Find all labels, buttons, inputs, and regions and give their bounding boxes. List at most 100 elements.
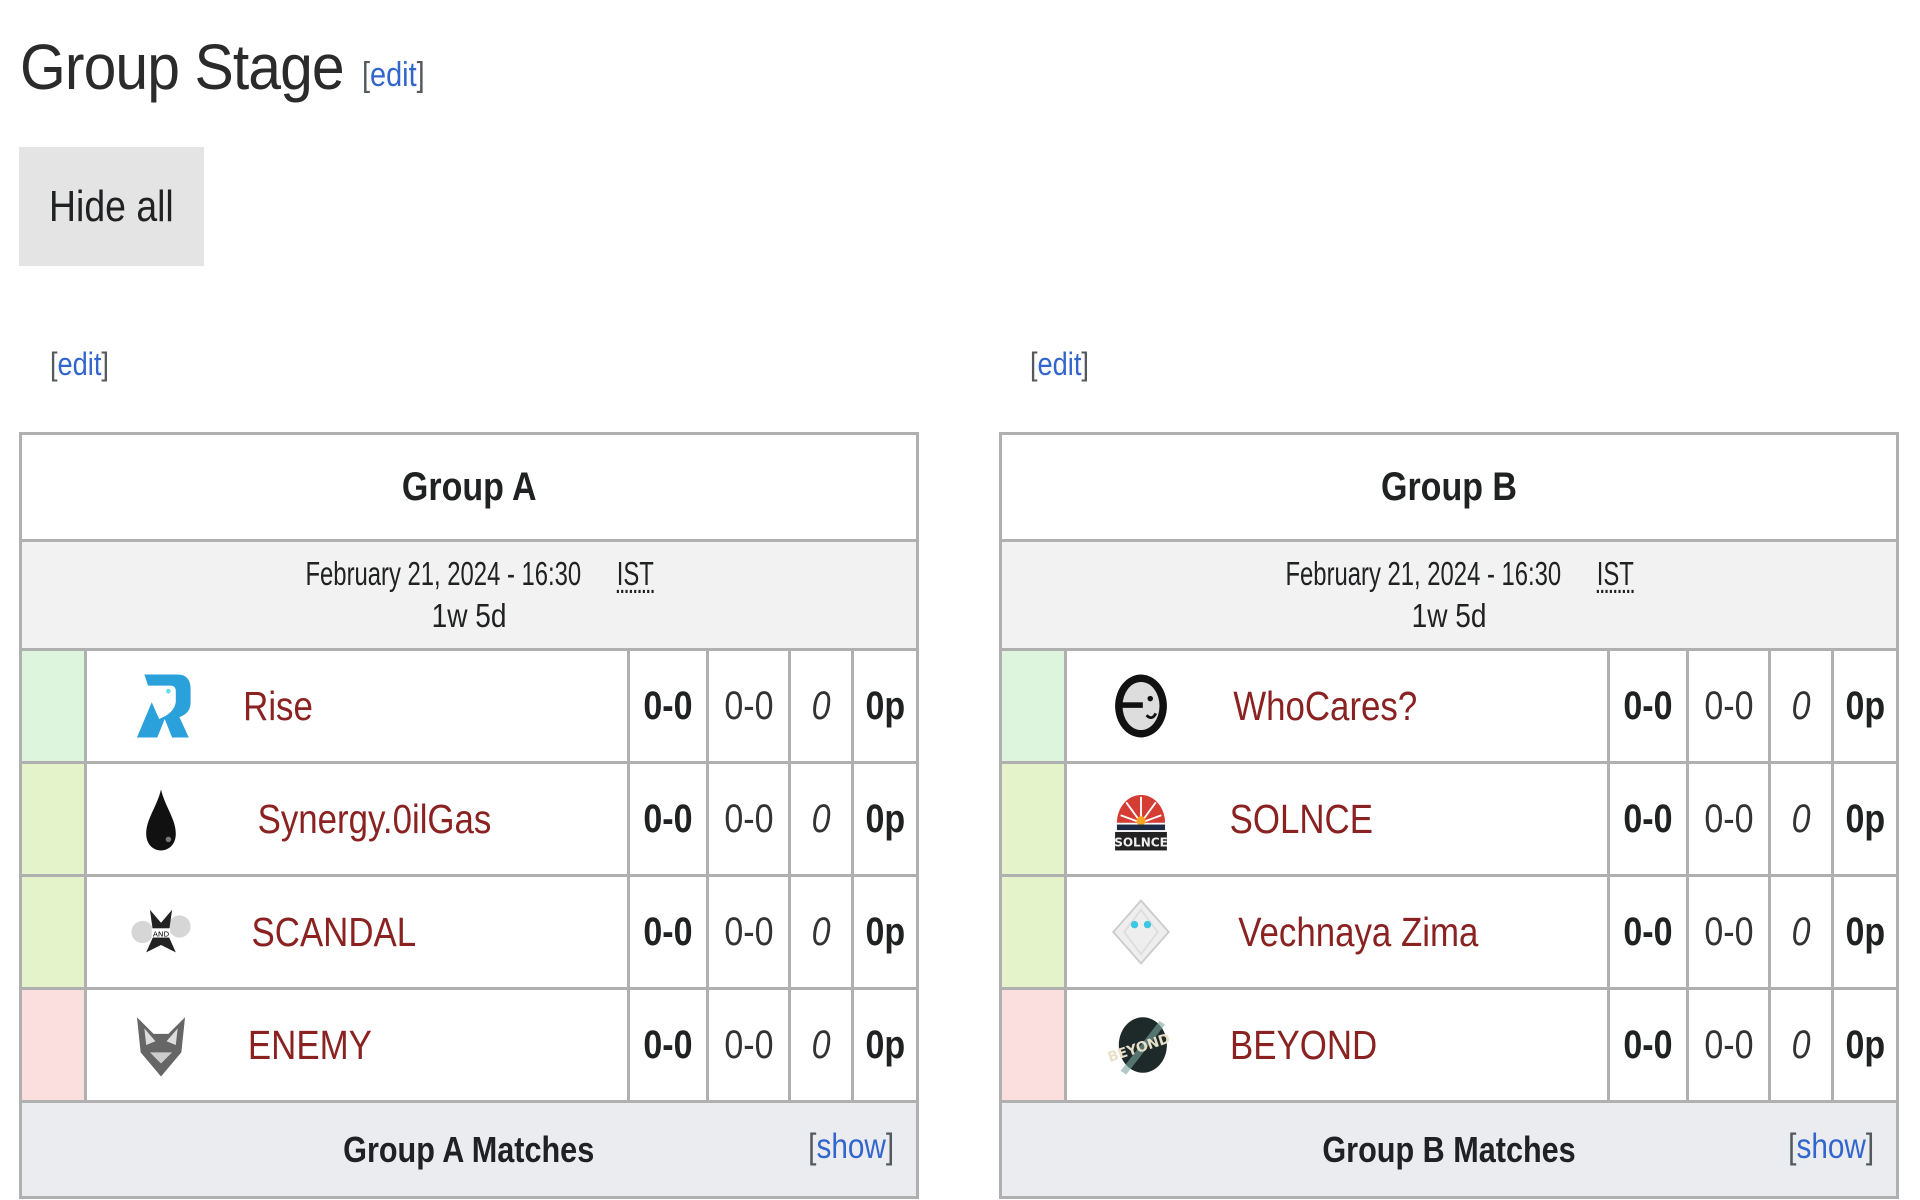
solnce-logo-icon[interactable]: SOLNCE [1101, 779, 1181, 859]
game-score: 0-0 [709, 764, 791, 874]
group-a-edit-link[interactable]: [edit] [50, 346, 109, 383]
seed-indicator [22, 877, 87, 987]
beyond-logo-icon[interactable]: BEYOND [1101, 1005, 1181, 1085]
date-line: February 21, 2024 - 16:30 IST [1261, 553, 1637, 595]
team-cell: SOLNCE SOLNCE [1067, 764, 1610, 874]
group-b-table: Group B February 21, 2024 - 16:30 IST 1w… [999, 432, 1899, 1199]
group-date: February 21, 2024 - 16:30 IST 1w 5d [22, 542, 916, 651]
show-link[interactable]: show [1796, 1127, 1865, 1166]
group-matches-label: Group A Matches [343, 1128, 595, 1170]
round-diff: 0 [791, 651, 854, 761]
group-date: February 21, 2024 - 16:30 IST 1w 5d [1002, 542, 1896, 651]
scandal-logo-icon[interactable]: AND [121, 892, 201, 972]
hide-all-label: Hide all [49, 181, 174, 231]
show-link[interactable]: show [816, 1127, 885, 1166]
points: 0p [1845, 796, 1885, 841]
match-score: 0-0 [1610, 877, 1689, 987]
timezone-abbr: IST [1596, 555, 1634, 592]
whocares-logo-icon[interactable] [1101, 666, 1181, 746]
hide-all-button[interactable]: Hide all [19, 147, 204, 266]
edit-link[interactable]: edit [58, 346, 102, 382]
seed-indicator [22, 990, 87, 1100]
svg-text:AND: AND [153, 930, 170, 939]
round-diff: 0 [791, 764, 854, 874]
points: 0p [865, 796, 905, 841]
team-cell: Vechnaya Zima [1067, 877, 1610, 987]
team-row: Synergy.0ilGas 0-0 0-0 0 0p [22, 764, 916, 877]
match-score: 0-0 [630, 651, 709, 761]
team-name: SOLNCE [1229, 795, 1373, 842]
group-a-table: Group A February 21, 2024 - 16:30 IST 1w… [19, 432, 919, 1199]
team-row: AND SCANDAL 0-0 0-0 0 0p [22, 877, 916, 990]
countdown: 1w 5d [1411, 597, 1487, 634]
team-row: Rise 0-0 0-0 0 0p [22, 651, 916, 764]
round-diff: 0 [1771, 651, 1834, 761]
date-text: February 21, 2024 - 16:30 [305, 555, 582, 592]
team-name-link[interactable]: Vechnaya Zima [1217, 909, 1500, 956]
round-diff: 0 [791, 990, 854, 1100]
team-rows: Rise 0-0 0-0 0 0p Synergy.0ilGas 0-0 0-0… [22, 651, 916, 1103]
oil-drop-logo-icon[interactable] [121, 779, 201, 859]
game-score: 0-0 [1689, 651, 1771, 761]
show-toggle[interactable]: [show] [793, 1127, 894, 1167]
team-row: ENEMY 0-0 0-0 0 0p [22, 990, 916, 1103]
team-cell: BEYOND BEYOND [1067, 990, 1610, 1100]
round-diff: 0 [1771, 764, 1834, 874]
date-text: February 21, 2024 - 16:30 [1285, 555, 1562, 592]
team-name: WhoCares? [1233, 682, 1418, 729]
match-score: 0-0 [1610, 990, 1689, 1100]
team-name-link[interactable]: Synergy.0ilGas [237, 796, 512, 843]
seed-indicator [1002, 651, 1067, 761]
team-cell: WhoCares? [1067, 651, 1610, 761]
match-score: 0-0 [630, 764, 709, 874]
team-name: BEYOND [1229, 1021, 1378, 1068]
seed-indicator [22, 651, 87, 761]
points: 0p [865, 1022, 905, 1067]
match-score: 0-0 [1610, 764, 1689, 874]
team-name-link[interactable]: SCANDAL [237, 909, 431, 956]
enemy-logo-icon[interactable] [121, 1005, 201, 1085]
group-matches-footer: Group A Matches [show] [22, 1103, 916, 1196]
rise-logo-icon[interactable] [121, 666, 201, 746]
edit-link[interactable]: edit [1038, 346, 1082, 382]
group-b-edit-link[interactable]: [edit] [1030, 346, 1089, 383]
team-cell: Rise [87, 651, 630, 761]
round-diff: 0 [1771, 990, 1834, 1100]
svg-text:SOLNCE: SOLNCE [1114, 836, 1168, 850]
page-title: Group Stage [20, 31, 345, 103]
seed-indicator [1002, 877, 1067, 987]
team-name-link[interactable]: BEYOND [1217, 1022, 1390, 1069]
countdown: 1w 5d [431, 597, 507, 634]
points: 0p [1845, 909, 1885, 954]
points: 0p [865, 909, 905, 954]
match-score: 0-0 [630, 990, 709, 1100]
points: 0p [865, 683, 905, 728]
team-row: BEYOND BEYOND 0-0 0-0 0 0p [1002, 990, 1896, 1103]
group-matches-footer: Group B Matches [show] [1002, 1103, 1896, 1196]
group-title-text: Group B [1380, 464, 1517, 509]
team-name: SCANDAL [251, 908, 417, 955]
team-row: Vechnaya Zima 0-0 0-0 0 0p [1002, 877, 1896, 990]
team-row: WhoCares? 0-0 0-0 0 0p [1002, 651, 1896, 764]
team-name: Synergy.0ilGas [257, 795, 492, 842]
team-name: Vechnaya Zima [1238, 908, 1479, 955]
group-title: Group A [22, 435, 916, 542]
seed-indicator [1002, 990, 1067, 1100]
edit-link[interactable]: edit [370, 56, 417, 94]
team-name-link[interactable]: Rise [237, 683, 319, 730]
show-toggle[interactable]: [show] [1773, 1127, 1874, 1167]
team-rows: WhoCares? 0-0 0-0 0 0p SOLNCE SOLNCE 0-0… [1002, 651, 1896, 1103]
team-name-link[interactable]: WhoCares? [1217, 683, 1433, 730]
section-edit-link[interactable]: [edit] [362, 56, 425, 95]
group-matches-label: Group B Matches [1322, 1128, 1576, 1170]
team-cell: ENEMY [87, 990, 630, 1100]
game-score: 0-0 [1689, 764, 1771, 874]
group-title: Group B [1002, 435, 1896, 542]
points: 0p [1845, 683, 1885, 728]
round-diff: 0 [1771, 877, 1834, 987]
game-score: 0-0 [709, 990, 791, 1100]
game-score: 0-0 [709, 877, 791, 987]
vechnaya-zima-logo-icon[interactable] [1101, 892, 1181, 972]
team-name-link[interactable]: SOLNCE [1217, 796, 1386, 843]
team-name-link[interactable]: ENEMY [237, 1022, 383, 1069]
